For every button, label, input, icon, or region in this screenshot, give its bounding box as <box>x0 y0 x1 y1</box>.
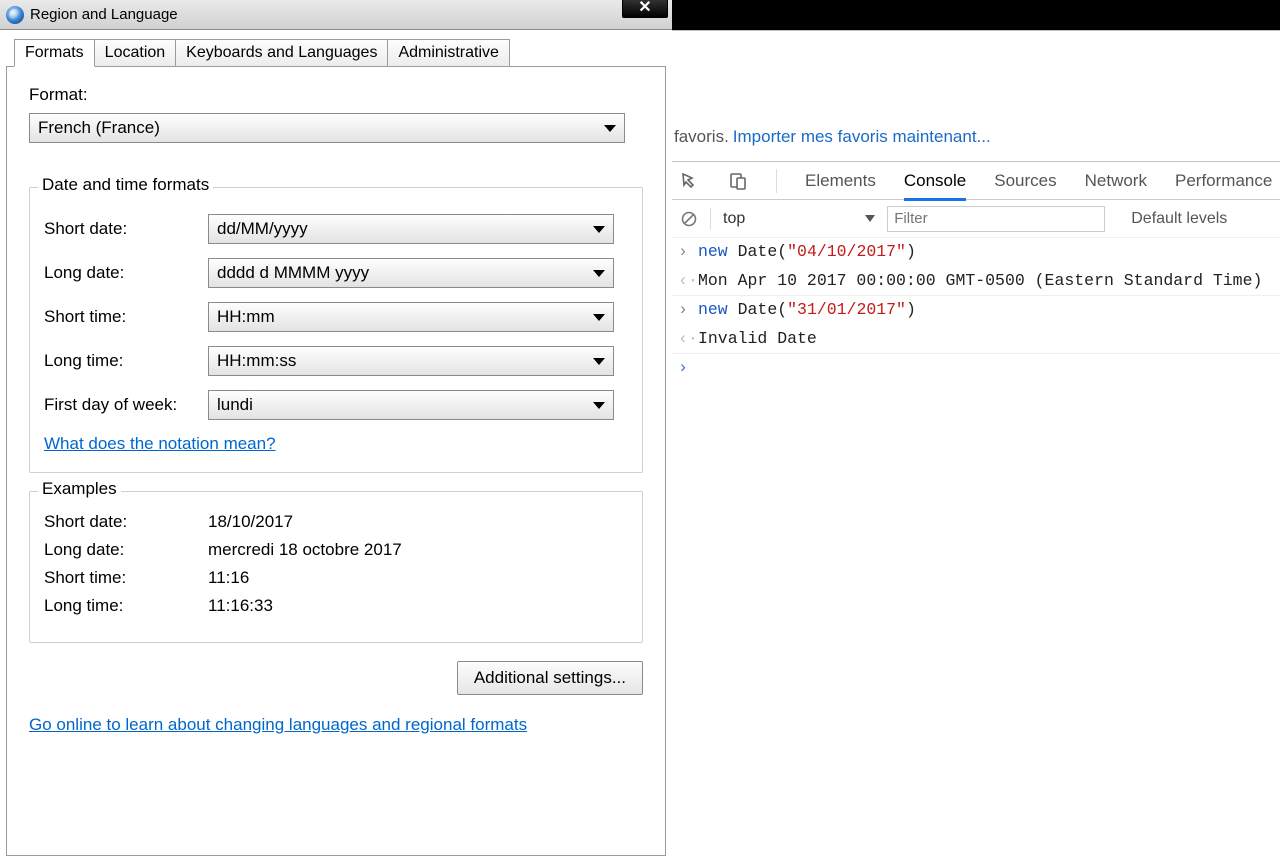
globe-icon <box>6 6 24 24</box>
console-line-body: Invalid Date <box>698 325 817 353</box>
tab-administrative[interactable]: Administrative <box>387 39 509 67</box>
bookmarks-bar: favoris. Importer mes favoris maintenant… <box>672 30 1280 162</box>
devtab-elements[interactable]: Elements <box>805 171 876 191</box>
ex-short-date-label: Short date: <box>44 512 208 532</box>
inspect-icon[interactable] <box>680 171 700 191</box>
short-date-label: Short date: <box>44 219 208 239</box>
devtab-network[interactable]: Network <box>1085 171 1147 191</box>
console-line: ‹·Invalid Date <box>672 325 1280 354</box>
device-toggle-icon[interactable] <box>728 171 748 191</box>
devtools-tabstrip: Elements Console Sources Network Perform… <box>672 162 1280 200</box>
console-input-marker-icon: › <box>678 238 692 266</box>
ex-long-time-value: 11:16:33 <box>208 596 273 616</box>
close-button[interactable]: ✕ <box>622 0 668 18</box>
first-day-value: lundi <box>217 395 253 415</box>
close-icon: ✕ <box>638 0 651 17</box>
tab-keyboards-languages[interactable]: Keyboards and Languages <box>175 39 388 67</box>
tab-location[interactable]: Location <box>94 39 177 67</box>
chevron-down-icon <box>593 314 605 321</box>
short-date-value: dd/MM/yyyy <box>217 219 308 239</box>
console-prompt[interactable]: › <box>672 354 1280 383</box>
devtab-performance[interactable]: Performance <box>1175 171 1272 191</box>
long-time-combo[interactable]: HH:mm:ss <box>208 346 614 376</box>
examples-group: Examples Short date: 18/10/2017 Long dat… <box>29 491 643 643</box>
log-level-selector[interactable]: Default levels <box>1131 210 1227 228</box>
console-output-marker-icon: ‹· <box>678 325 692 353</box>
console-prompt-icon: › <box>678 354 692 382</box>
console-line: ›new Date("04/10/2017") <box>672 238 1280 267</box>
examples-legend: Examples <box>38 479 121 499</box>
first-day-label: First day of week: <box>44 395 208 415</box>
region-language-dialog: Region and Language ✕ Formats Location K… <box>0 0 672 828</box>
chevron-down-icon <box>604 125 616 132</box>
tab-panel-formats: Format: French (France) Date and time fo… <box>6 66 666 856</box>
notation-link[interactable]: What does the notation mean? <box>44 434 276 453</box>
separator <box>710 208 711 230</box>
chevron-down-icon <box>593 402 605 409</box>
bookmarks-bar-text: favoris. <box>674 127 729 147</box>
console-output: ›new Date("04/10/2017")‹·Mon Apr 10 2017… <box>672 238 1280 383</box>
ex-long-date-value: mercredi 18 octobre 2017 <box>208 540 402 560</box>
tab-formats[interactable]: Formats <box>14 39 95 67</box>
chevron-down-icon <box>593 270 605 277</box>
ex-short-time-label: Short time: <box>44 568 208 588</box>
first-day-combo[interactable]: lundi <box>208 390 614 420</box>
console-line-body: new Date("31/01/2017") <box>698 296 916 324</box>
chevron-down-icon <box>593 358 605 365</box>
additional-settings-button[interactable]: Additional settings... <box>457 661 643 695</box>
format-combo[interactable]: French (France) <box>29 113 625 143</box>
date-time-formats-group: Date and time formats Short date: dd/MM/… <box>29 187 643 473</box>
devtab-sources[interactable]: Sources <box>994 171 1056 191</box>
short-time-combo[interactable]: HH:mm <box>208 302 614 332</box>
browser-area: favoris. Importer mes favoris maintenant… <box>672 0 1280 828</box>
console-line: ‹·Mon Apr 10 2017 00:00:00 GMT-0500 (Eas… <box>672 267 1280 296</box>
tabstrip: Formats Location Keyboards and Languages… <box>14 39 672 67</box>
devtab-console[interactable]: Console <box>904 171 966 191</box>
console-line-body: Mon Apr 10 2017 00:00:00 GMT-0500 (Easte… <box>698 267 1262 295</box>
chevron-down-icon <box>593 226 605 233</box>
dialog-title: Region and Language <box>30 6 622 23</box>
online-help-link[interactable]: Go online to learn about changing langua… <box>29 715 527 734</box>
titlebar: Region and Language ✕ <box>0 0 672 30</box>
context-selector[interactable]: top <box>723 210 875 228</box>
short-time-label: Short time: <box>44 307 208 327</box>
long-time-value: HH:mm:ss <box>217 351 296 371</box>
clear-console-icon[interactable] <box>680 210 698 228</box>
window-top-black-bar <box>672 0 1280 30</box>
format-combo-value: French (France) <box>38 118 160 138</box>
date-time-formats-legend: Date and time formats <box>38 175 213 195</box>
console-line: ›new Date("31/01/2017") <box>672 296 1280 325</box>
console-filter-input[interactable] <box>887 206 1105 232</box>
format-label: Format: <box>29 85 643 105</box>
ex-long-time-label: Long time: <box>44 596 208 616</box>
short-time-value: HH:mm <box>217 307 275 327</box>
separator <box>776 169 777 193</box>
long-date-combo[interactable]: dddd d MMMM yyyy <box>208 258 614 288</box>
long-time-label: Long time: <box>44 351 208 371</box>
ex-long-date-label: Long date: <box>44 540 208 560</box>
chevron-down-icon <box>865 215 875 222</box>
console-input-marker-icon: › <box>678 296 692 324</box>
ex-short-time-value: 11:16 <box>208 568 249 588</box>
context-selector-value: top <box>723 210 745 228</box>
long-date-label: Long date: <box>44 263 208 283</box>
short-date-combo[interactable]: dd/MM/yyyy <box>208 214 614 244</box>
console-toolbar: top Default levels <box>672 200 1280 238</box>
console-output-marker-icon: ‹· <box>678 267 692 295</box>
ex-short-date-value: 18/10/2017 <box>208 512 293 532</box>
console-line-body: new Date("04/10/2017") <box>698 238 916 266</box>
long-date-value: dddd d MMMM yyyy <box>217 263 369 283</box>
import-bookmarks-link[interactable]: Importer mes favoris maintenant... <box>733 127 991 147</box>
